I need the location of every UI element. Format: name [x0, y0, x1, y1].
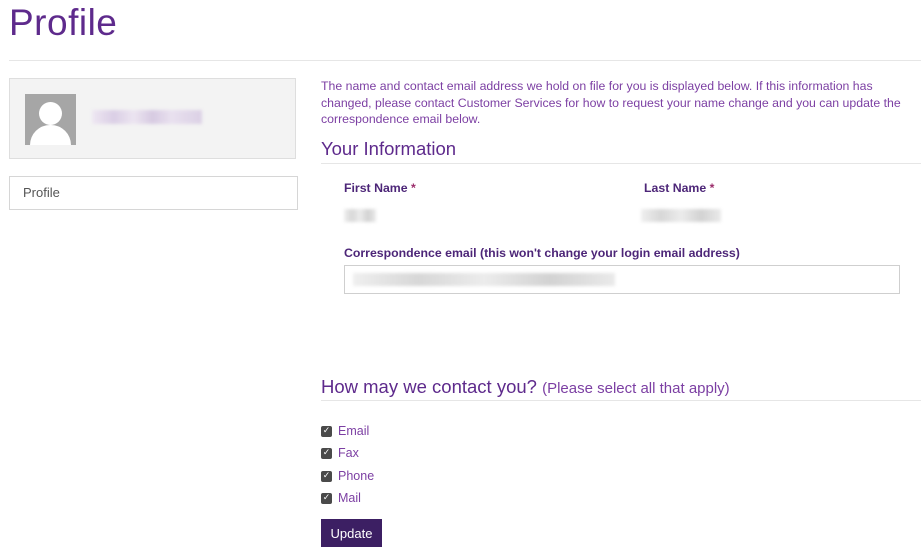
- contact-option-mail[interactable]: ✓ Mail: [321, 490, 361, 506]
- contact-divider: [321, 400, 921, 401]
- your-information-divider: [321, 163, 921, 164]
- contact-option-phone[interactable]: ✓ Phone: [321, 468, 374, 484]
- required-marker: *: [410, 181, 416, 195]
- avatar-head-shape: [39, 102, 62, 125]
- first-name-label-text: First Name: [344, 181, 408, 195]
- user-name-redacted: [92, 110, 202, 124]
- fax-checkbox[interactable]: ✓: [321, 447, 332, 459]
- your-information-heading: Your Information: [321, 138, 457, 159]
- required-marker: *: [709, 181, 715, 195]
- profile-card: [9, 78, 296, 159]
- contact-subheading: (Please select all that apply): [542, 380, 730, 397]
- checkmark-icon: ✓: [322, 447, 331, 458]
- correspondence-email-input[interactable]: [344, 265, 900, 294]
- avatar: [25, 94, 76, 145]
- phone-checkbox[interactable]: ✓: [321, 470, 332, 482]
- phone-label: Phone: [338, 469, 375, 483]
- correspondence-email-label: Correspondence email (this won't change …: [344, 246, 740, 260]
- title-divider: [9, 60, 921, 61]
- contact-option-email[interactable]: ✓ Email: [321, 423, 369, 439]
- contact-heading-text: How may we contact you?: [321, 376, 537, 397]
- contact-option-fax[interactable]: ✓ Fax: [321, 445, 359, 461]
- last-name-label: Last Name *: [644, 181, 714, 195]
- email-value-redacted: [353, 273, 615, 286]
- first-name-value-redacted: [344, 209, 376, 222]
- page-title: Profile: [9, 2, 118, 43]
- last-name-label-text: Last Name: [644, 181, 707, 195]
- contact-heading: How may we contact you? (Please select a…: [321, 376, 730, 398]
- fax-label: Fax: [338, 446, 359, 460]
- update-button[interactable]: Update: [321, 519, 382, 547]
- avatar-body-shape: [30, 125, 71, 145]
- mail-label: Mail: [338, 491, 361, 505]
- sidebar-item-profile[interactable]: Profile: [9, 176, 298, 210]
- first-name-label: First Name *: [344, 181, 416, 195]
- mail-checkbox[interactable]: ✓: [321, 492, 332, 504]
- checkmark-icon: ✓: [322, 470, 331, 481]
- checkmark-icon: ✓: [322, 492, 331, 503]
- checkmark-icon: ✓: [322, 425, 331, 436]
- email-checkbox[interactable]: ✓: [321, 425, 332, 437]
- intro-text: The name and contact email address we ho…: [321, 79, 901, 127]
- email-label: Email: [338, 424, 370, 438]
- last-name-value-redacted: [641, 209, 721, 222]
